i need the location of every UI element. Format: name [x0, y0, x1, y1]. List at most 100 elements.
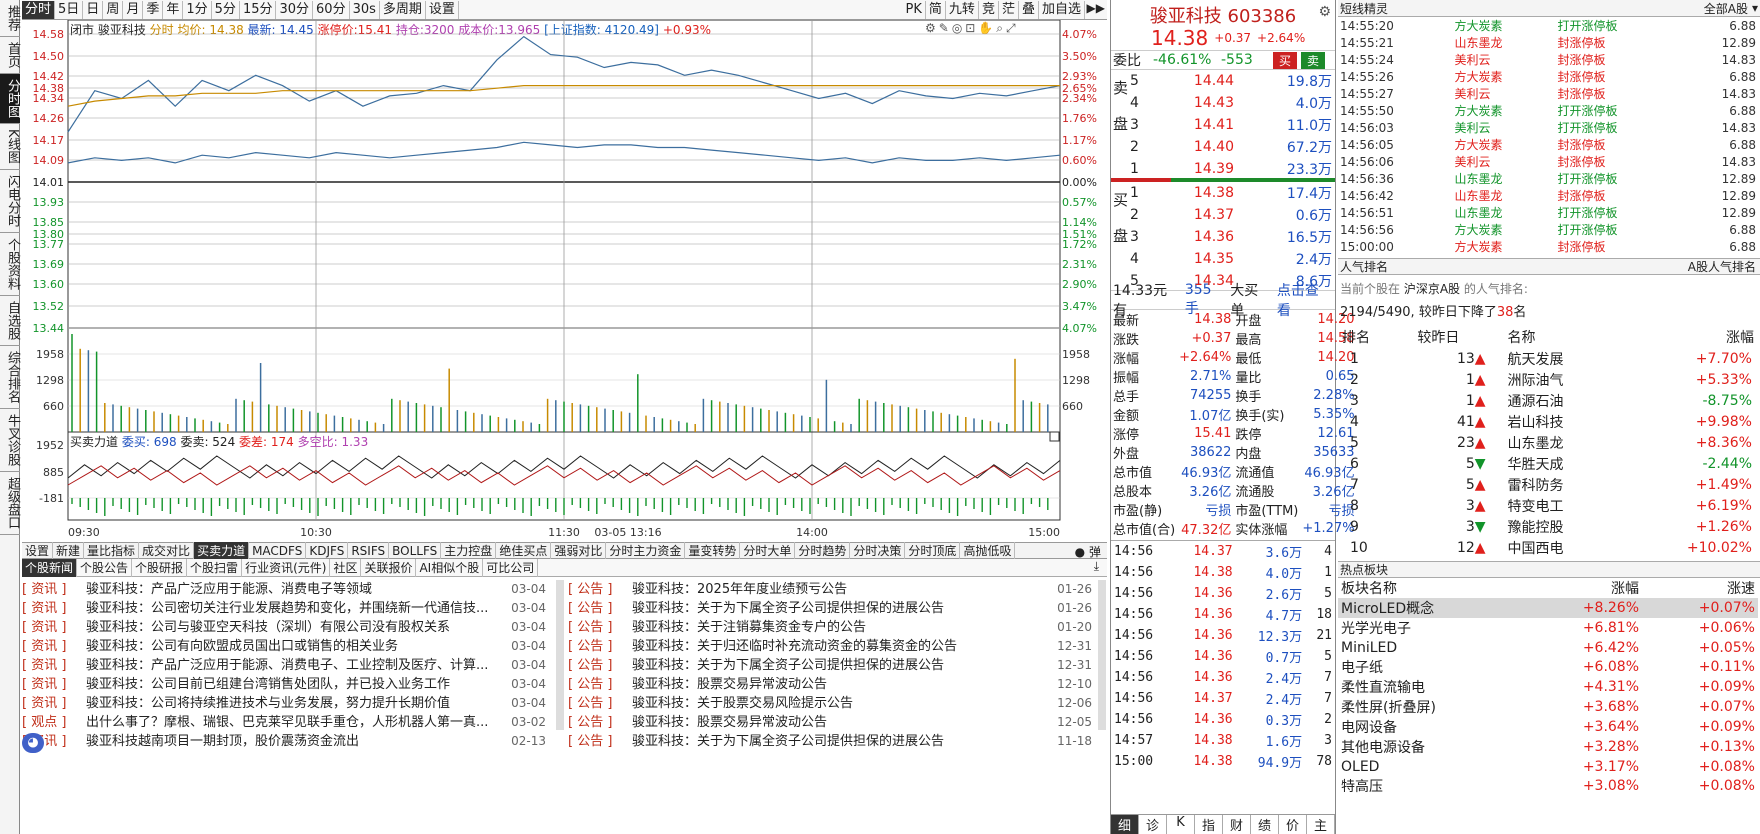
hot-row[interactable]: 柔性屏(折叠屏) +3.68% +0.07% [1338, 697, 1758, 717]
elves-row[interactable]: 14:55:27 美利云 封涨停板 14.83 [1338, 85, 1758, 102]
news-tab[interactable]: AI相似个股 [416, 558, 484, 577]
news-tab[interactable]: 可比公司 [483, 558, 539, 577]
quote-tab[interactable]: K [1167, 815, 1195, 834]
hot-row[interactable]: 特高压 +3.08% +0.08% [1338, 776, 1758, 796]
indicator-tab[interactable]: MACDFS [249, 542, 307, 560]
indicator-tab[interactable]: KDJFS [306, 542, 349, 560]
elves-row[interactable]: 14:55:21 山东墨龙 封涨停板 12.89 [1338, 34, 1758, 51]
order-row[interactable]: 2 14.40 67.2万 [1127, 136, 1335, 158]
toolbar-button[interactable]: 叠 [1019, 1, 1039, 19]
news-tab[interactable]: 个股新闻 [22, 558, 78, 577]
hot-row[interactable]: MiniLED +6.42% +0.05% [1338, 638, 1758, 657]
period-tab[interactable]: 年 [163, 1, 184, 19]
arrow-right-icon[interactable]: ▶▶ [1087, 1, 1105, 15]
news-title[interactable]: 骏亚科技：产品广泛应用于能源、消费电子、工业控制及医疗、计算... [86, 656, 488, 675]
news-item[interactable]: [ 资讯 ] 骏亚科技越南项目一期封顶，股价震荡资金流出 02-13 [22, 732, 552, 751]
settings-icon[interactable]: ⚙ [1318, 4, 1331, 20]
news-item[interactable]: [ 公告 ] 骏亚科技：2025年年度业绩预亏公告 01-26 [568, 580, 1098, 599]
order-row[interactable]: 3 14.41 11.0万 [1127, 114, 1335, 136]
indicator-tab[interactable]: 买卖力道 [194, 542, 250, 560]
popularity-row[interactable]: 3 1▲ 通源石油 -8.75% [1338, 390, 1758, 411]
news-item[interactable]: [ 公告 ] 骏亚科技：关于股票交易风险提示公告 12-06 [568, 694, 1098, 713]
news-title[interactable]: 骏亚科技：公司目前已组建台湾销售处团队，并已投入业务工作 [86, 675, 450, 694]
period-tab[interactable]: 30s [350, 1, 380, 19]
popularity-row[interactable]: 2 1▲ 洲际油气 +5.33% [1338, 369, 1758, 390]
news-item[interactable]: [ 资讯 ] 骏亚科技：产品广泛应用于能源、消费电子等领域 03-04 [22, 580, 552, 599]
hot-row[interactable]: 其他电源设备 +3.28% +0.13% [1338, 737, 1758, 757]
news-tab[interactable]: 关联报价 [361, 558, 417, 577]
period-tab[interactable]: 1分 [183, 1, 212, 19]
order-row[interactable]: 4 14.35 2.4万 [1127, 248, 1335, 270]
hot-row[interactable]: 电子纸 +6.08% +0.11% [1338, 657, 1758, 677]
news-item[interactable]: [ 资讯 ] 骏亚科技：公司有向欧盟成员国出口或销售的相关业务 03-04 [22, 637, 552, 656]
period-tab[interactable]: 周 [103, 1, 124, 19]
indicator-tab[interactable]: 量比指标 [84, 542, 140, 560]
toolbar-button[interactable]: 竞 [979, 1, 999, 19]
news-title[interactable]: 骏亚科技：关于为下属全资子公司提供担保的进展公告 [632, 656, 944, 675]
indicator-tab[interactable]: 绝佳买点 [496, 542, 552, 560]
news-tab[interactable]: 个股研报 [132, 558, 188, 577]
elves-row[interactable]: 15:00:00 方大炭素 封涨停板 6.88 [1338, 238, 1758, 255]
news-title[interactable]: 骏亚科技：产品广泛应用于能源、消费电子等领域 [86, 580, 372, 599]
news-title[interactable]: 骏亚科技：股票交易异常波动公告 [632, 713, 827, 732]
news-item[interactable]: [ 公告 ] 骏亚科技：关于注销募集资金专户的公告 01-20 [568, 618, 1098, 637]
quote-tab[interactable]: 指 [1195, 815, 1223, 834]
toolbar-button[interactable]: 茫 [999, 1, 1019, 19]
order-row[interactable]: 4 14.43 4.0万 [1127, 92, 1335, 114]
news-title[interactable]: 骏亚科技：公司将持续推进技术与业务发展，努力提升长期价值 [86, 694, 450, 713]
elves-row[interactable]: 14:56:51 山东墨龙 打开涨停板 12.89 [1338, 204, 1758, 221]
order-row[interactable]: 3 14.36 16.5万 [1127, 226, 1335, 248]
news-title[interactable]: 骏亚科技：公司密切关注行业发展趋势和变化，并围绕新一代通信技... [86, 599, 488, 618]
order-row[interactable]: 2 14.37 0.6万 [1127, 204, 1335, 226]
period-tab[interactable]: 设置 [426, 1, 459, 19]
popularity-row[interactable]: 1 13▲ 航天发展 +7.70% [1338, 348, 1758, 369]
elves-row[interactable]: 14:55:50 方大炭素 打开涨停板 6.88 [1338, 102, 1758, 119]
order-row[interactable]: 1 14.38 17.4万 [1127, 182, 1335, 204]
period-tab[interactable]: 60分 [313, 1, 350, 19]
elves-row[interactable]: 14:55:26 方大炭素 封涨停板 6.88 [1338, 68, 1758, 85]
close-icon[interactable] [1049, 431, 1060, 442]
popularity-row[interactable]: 4 41▲ 岩山科技 +9.98% [1338, 411, 1758, 432]
news-item[interactable]: [ 资讯 ] 骏亚科技：公司与骏亚空天科技（深圳）有限公司没有股权关系 03-04 [22, 618, 552, 637]
news-item[interactable]: [ 资讯 ] 骏亚科技：公司目前已组建台湾销售处团队，并已投入业务工作 03-04 [22, 675, 552, 694]
period-tab[interactable]: 月 [123, 1, 144, 19]
hot-row[interactable]: 柔性直流输电 +4.31% +0.09% [1338, 677, 1758, 697]
news-title[interactable]: 骏亚科技：公司与骏亚空天科技（深圳）有限公司没有股权关系 [86, 618, 450, 637]
quote-tab[interactable]: 主 [1307, 815, 1335, 834]
sell-button[interactable]: 卖 [1301, 51, 1326, 69]
indicator-tab[interactable]: 高抛低吸 [960, 542, 1016, 560]
elves-row[interactable]: 14:56:56 方大炭素 打开涨停板 6.88 [1338, 221, 1758, 238]
popularity-row[interactable]: 5 23▲ 山东墨龙 +8.36% [1338, 432, 1758, 453]
order-row[interactable]: 5 14.34 8.6万 [1127, 270, 1335, 292]
news-title[interactable]: 骏亚科技：股票交易异常波动公告 [632, 675, 827, 694]
elves-row[interactable]: 14:56:06 美利云 封涨停板 14.83 [1338, 153, 1758, 170]
popularity-row[interactable]: 6 5▼ 华胜天成 -2.44% [1338, 453, 1758, 474]
indicator-tab[interactable]: 分时决策 [850, 542, 906, 560]
popularity-tab[interactable]: A股人气排名 [1688, 258, 1760, 275]
news-item[interactable]: [ 资讯 ] 骏亚科技：公司密切关注行业发展趋势和变化，并围绕新一代通信技... 0… [22, 599, 552, 618]
news-item[interactable]: [ 公告 ] 骏亚科技：关于为下属全资子公司提供担保的进展公告 11-18 [568, 732, 1098, 751]
chevron-down-icon[interactable]: ▾ [1752, 1, 1760, 15]
quote-tab[interactable]: 财 [1223, 815, 1251, 834]
indicator-tab[interactable]: 量变转势 [685, 542, 741, 560]
news-item[interactable]: [ 资讯 ] 骏亚科技：公司将持续推进技术与业务发展，努力提升长期价值 03-04 [22, 694, 552, 713]
news-tab[interactable]: 行业资讯(元件) [242, 558, 331, 577]
news-title[interactable]: 骏亚科技：关于注销募集资金专户的公告 [632, 618, 866, 637]
news-title[interactable]: 出什么事了？摩根、瑞银、巴克莱罕见联手重仓，人形机器人第一真... [86, 713, 488, 732]
indicator-tab[interactable]: RSIFS [348, 542, 390, 560]
news-title[interactable]: 骏亚科技：关于为下属全资子公司提供担保的进展公告 [632, 732, 944, 751]
order-row[interactable]: 1 14.39 23.3万 [1127, 158, 1335, 180]
period-tab[interactable]: 5分 [212, 1, 240, 19]
indicator-tab[interactable]: 分时主力资金 [606, 542, 686, 560]
buy-button[interactable]: 买 [1273, 51, 1298, 69]
news-item[interactable]: [ 公告 ] 骏亚科技：关于为下属全资子公司提供担保的进展公告 01-26 [568, 599, 1098, 618]
news-title[interactable]: 骏亚科技越南项目一期封顶，股价震荡资金流出 [86, 732, 359, 751]
quote-tab[interactable]: 细 [1111, 815, 1139, 834]
period-tab[interactable]: 15分 [240, 1, 277, 19]
elves-row[interactable]: 14:56:05 方大炭素 封涨停板 6.88 [1338, 136, 1758, 153]
news-tab[interactable]: 个股公告 [77, 558, 133, 577]
news-item[interactable]: [ 观点 ] 出什么事了？摩根、瑞银、巴克莱罕见联手重仓，人形机器人第一真... 0… [22, 713, 552, 732]
news-item[interactable]: [ 资讯 ] 骏亚科技：产品广泛应用于能源、消费电子、工业控制及医疗、计算... 0… [22, 656, 552, 675]
period-tab[interactable]: 30分 [276, 1, 314, 19]
popularity-row[interactable]: 10 12▲ 中国西电 +10.02% [1338, 537, 1758, 558]
